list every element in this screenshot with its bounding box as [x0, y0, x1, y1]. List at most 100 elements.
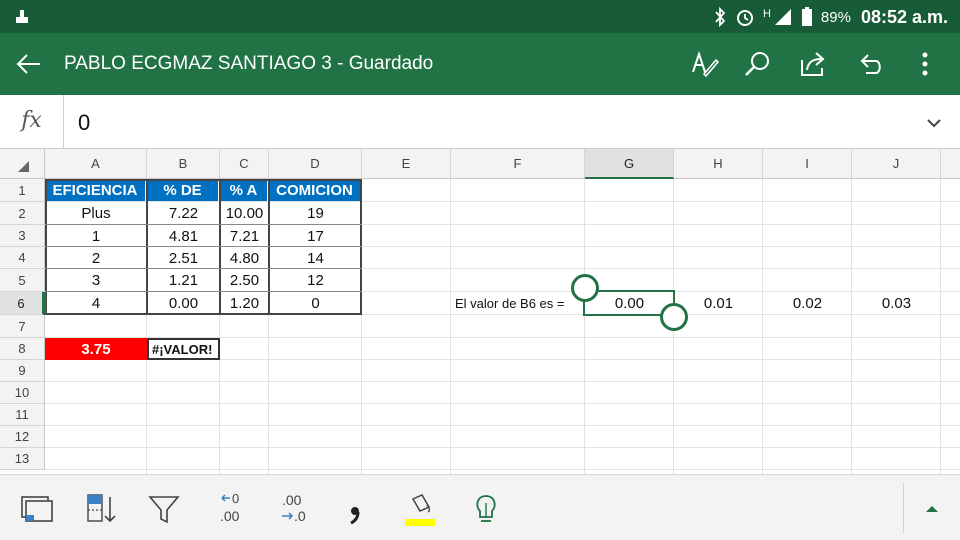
cell-b8-error[interactable]: #¡VALOR! [147, 338, 220, 360]
row-header-5[interactable]: 5 [0, 269, 45, 292]
column-header-c[interactable]: C [220, 149, 269, 179]
table-data-cell[interactable]: 10.00 [220, 202, 269, 225]
cell-j6[interactable]: 0.03 [852, 292, 941, 315]
toolbar-divider [903, 483, 904, 533]
table-data-cell[interactable]: 2 [45, 247, 147, 269]
table-data-cell[interactable]: 7.21 [220, 225, 269, 247]
table-data-cell[interactable]: 4 [45, 292, 147, 315]
cell-a8[interactable]: 3.75 [45, 338, 147, 360]
table-divider [146, 179, 148, 315]
battery-percent: 89% [820, 8, 851, 26]
table-data-cell[interactable]: 1.20 [220, 292, 269, 315]
table-header-cell[interactable]: EFICIENCIA [45, 179, 147, 201]
column-header-f[interactable]: F [451, 149, 585, 179]
select-all-corner[interactable] [0, 149, 45, 179]
spreadsheet-grid[interactable]: A B C D E F G H I J 1 2 3 4 5 6 7 8 9 10 11 12 13 EFICIENCIA% D… [0, 149, 960, 474]
battery-icon [801, 7, 812, 26]
table-header-cell[interactable]: % A [220, 179, 269, 201]
row-header-10[interactable]: 10 [0, 382, 45, 404]
row-header-13[interactable]: 13 [0, 448, 45, 470]
share-icon[interactable] [797, 48, 829, 80]
app-bar: PABLO ECGMAZ SANTIAGO 3 - Guardado [0, 33, 960, 95]
column-header-j[interactable]: J [852, 149, 941, 179]
table-data-cell[interactable]: 0 [269, 292, 362, 315]
column-header-e[interactable]: E [362, 149, 451, 179]
search-icon[interactable] [742, 48, 774, 80]
fill-color-icon[interactable] [400, 489, 440, 529]
signal-type-label: H [762, 8, 771, 20]
clock: 08:52 a.m. [860, 6, 948, 27]
quick-toolbar: 0.00 .00.0 [0, 474, 960, 540]
table-header-cell[interactable]: COMICION [269, 179, 362, 201]
table-data-cell[interactable]: 4.81 [147, 225, 220, 247]
filter-icon[interactable] [144, 489, 184, 529]
table-divider [219, 179, 221, 315]
status-bar: H 89% 08:52 a.m. [0, 0, 960, 33]
table-data-cell[interactable]: 1.21 [147, 269, 220, 292]
gridline [45, 403, 960, 404]
gridline [45, 425, 960, 426]
table-data-cell[interactable]: 7.22 [147, 202, 220, 225]
selection-handle-end[interactable] [660, 303, 688, 331]
column-header-partial[interactable] [941, 149, 960, 179]
table-data-cell[interactable]: 19 [269, 202, 362, 225]
table-data-cell[interactable]: 4.80 [220, 247, 269, 269]
row-header-8[interactable]: 8 [0, 338, 45, 360]
freeze-panes-icon[interactable] [16, 489, 56, 529]
row-header-12[interactable]: 12 [0, 426, 45, 448]
increase-decimal-icon[interactable]: .00.0 [274, 489, 314, 529]
cell-h6[interactable]: 0.01 [674, 292, 763, 315]
sort-icon[interactable] [80, 489, 120, 529]
edit-icon[interactable] [688, 48, 720, 80]
bluetooth-icon [715, 7, 726, 27]
column-header-h[interactable]: H [674, 149, 763, 179]
row-header-9[interactable]: 9 [0, 360, 45, 382]
table-data-cell[interactable]: Plus [45, 202, 147, 225]
table-divider [268, 179, 270, 315]
table-data-cell[interactable]: 12 [269, 269, 362, 292]
fx-icon[interactable]: fx [0, 95, 64, 149]
tell-me-lightbulb-icon[interactable] [466, 489, 506, 529]
undo-icon[interactable] [853, 48, 885, 80]
column-header-d[interactable]: D [269, 149, 362, 179]
column-header-a[interactable]: A [45, 149, 147, 179]
chevron-down-icon[interactable] [922, 111, 946, 135]
table-data-cell[interactable]: 2.50 [220, 269, 269, 292]
comma-style-icon[interactable] [336, 489, 376, 529]
row-header-6[interactable]: 6 [0, 292, 45, 315]
row-header-7[interactable]: 7 [0, 315, 45, 338]
table-data-cell[interactable]: 17 [269, 225, 362, 247]
row-header-2[interactable]: 2 [0, 202, 45, 225]
cell-i6[interactable]: 0.02 [763, 292, 852, 315]
table-data-cell[interactable]: 0.00 [147, 292, 220, 315]
document-title: PABLO ECGMAZ SANTIAGO 3 - Guardado [64, 53, 434, 74]
gridline [45, 469, 960, 470]
decrease-decimal-icon[interactable]: 0.00 [210, 489, 250, 529]
column-header-g[interactable]: G [585, 149, 674, 179]
table-divider [45, 268, 362, 269]
table-data-cell[interactable]: 2.51 [147, 247, 220, 269]
selection-handle-start[interactable] [571, 274, 599, 302]
table-divider [45, 246, 362, 247]
more-options-icon[interactable] [909, 48, 941, 80]
expand-ribbon-icon[interactable] [912, 489, 952, 529]
table-data-cell[interactable]: 14 [269, 247, 362, 269]
row-header-11[interactable]: 11 [0, 404, 45, 426]
row-header-4[interactable]: 4 [0, 247, 45, 269]
column-header-b[interactable]: B [147, 149, 220, 179]
gridline [45, 381, 960, 382]
table-data-cell[interactable]: 1 [45, 225, 147, 247]
table-data-cell[interactable]: 3 [45, 269, 147, 292]
gridline [45, 447, 960, 448]
row-header-3[interactable]: 3 [0, 225, 45, 247]
formula-input[interactable]: 0 [78, 110, 90, 136]
row-header-highlight [43, 292, 46, 315]
svg-text:0: 0 [232, 491, 239, 506]
column-header-i[interactable]: I [763, 149, 852, 179]
alarm-icon [736, 10, 753, 26]
formula-bar: fx 0 [0, 95, 960, 149]
cell-f6-label[interactable]: El valor de B6 es = [451, 292, 585, 315]
table-header-cell[interactable]: % DE [147, 179, 220, 201]
row-header-1[interactable]: 1 [0, 179, 45, 202]
back-arrow-icon[interactable] [14, 49, 44, 79]
